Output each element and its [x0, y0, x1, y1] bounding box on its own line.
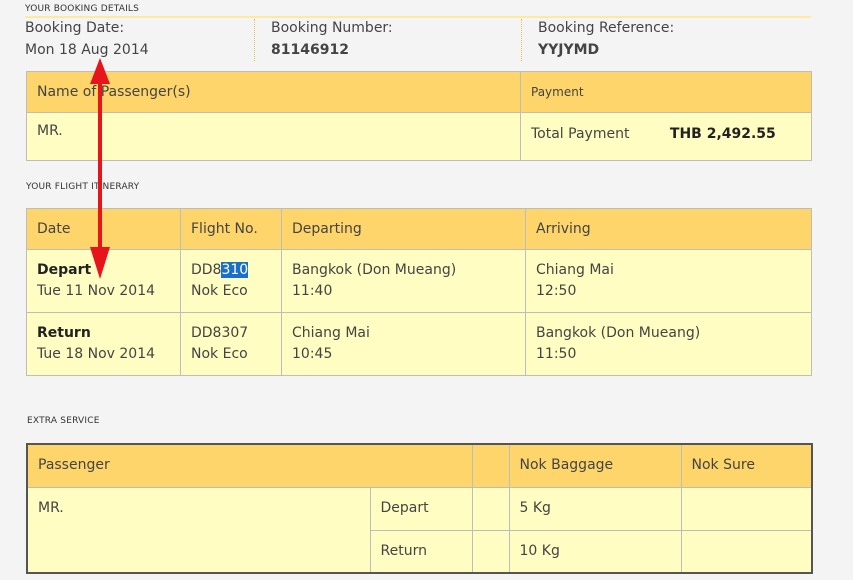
itinerary-date-header: Date: [26, 208, 181, 250]
total-payment-cell: Total Payment THB 2,492.55: [520, 112, 812, 161]
extra-service-title: EXTRA SERVICE: [27, 416, 100, 426]
table-row: Depart Tue 11 Nov 2014 DD8310 Nok Eco Bang…: [26, 249, 812, 313]
return-date-cell: Return Tue 18 Nov 2014: [26, 312, 181, 376]
itinerary-flight-header: Flight No.: [180, 208, 282, 250]
extra-baggage-header: Nok Baggage: [508, 443, 682, 488]
booking-reference-label: Booking Reference:: [538, 20, 675, 36]
booking-reference-value: YYJYMD: [538, 42, 600, 58]
extra-sure-cell: [680, 529, 813, 574]
table-row: MR. Depart 5 Kg: [26, 486, 813, 574]
passenger-name-cell: MR.: [26, 112, 521, 161]
summary-divider: [254, 19, 255, 61]
leg-date: Tue 18 Nov 2014: [37, 346, 156, 362]
extra-sure-header: Nok Sure: [680, 443, 813, 488]
extra-leg-cell: Return: [369, 529, 473, 574]
extra-passenger-name-cell: MR.: [26, 486, 371, 574]
summary-divider: [521, 19, 522, 61]
flight-number[interactable]: DD8310: [191, 262, 249, 278]
return-flight-cell[interactable]: DD8307 Nok Eco: [180, 312, 282, 376]
itinerary-arriving-header: Arriving: [525, 208, 812, 250]
total-payment-value: THB 2,492.55: [669, 126, 776, 142]
leg-type: Return: [37, 325, 91, 341]
extra-passenger-header: Passenger: [26, 443, 473, 488]
text-selection[interactable]: 310: [221, 262, 249, 278]
depart-date-cell: Depart Tue 11 Nov 2014: [26, 249, 181, 313]
carrier-name: Nok Eco: [191, 283, 248, 299]
total-payment-label: Total Payment: [531, 126, 630, 142]
payment-header: Payment: [520, 71, 812, 113]
return-destination-cell: Bangkok (Don Mueang) 11:50: [525, 312, 812, 376]
depart-origin-cell: Bangkok (Don Mueang) 11:40: [281, 249, 526, 313]
itinerary-table: Date Flight No. Departing Arriving Depar…: [26, 208, 812, 376]
extra-blank-cell: [471, 486, 510, 531]
extra-baggage-cell: 5 Kg: [508, 486, 682, 531]
table-row: Return Tue 18 Nov 2014 DD8307 Nok Eco Chia…: [26, 312, 812, 376]
depart-destination-cell: Chiang Mai 12:50: [525, 249, 812, 313]
extra-blank-cell: [471, 529, 510, 574]
booking-details-rule: [25, 16, 811, 18]
leg-type: Depart: [37, 262, 92, 278]
extra-baggage-cell: 10 Kg: [508, 529, 682, 574]
booking-date-value: Mon 18 Aug 2014: [25, 42, 149, 58]
booking-number-label: Booking Number:: [271, 20, 393, 36]
itinerary-departing-header: Departing: [281, 208, 526, 250]
booking-details-title: YOUR BOOKING DETAILS: [25, 4, 140, 14]
passenger-payment-table: Name of Passenger(s) Payment MR. Total P…: [26, 71, 812, 161]
carrier-name: Nok Eco: [191, 346, 248, 362]
itinerary-title: YOUR FLIGHT ITINERARY: [26, 182, 140, 192]
extra-leg-cell: Depart: [369, 486, 473, 531]
flight-number[interactable]: DD8307: [191, 325, 248, 341]
booking-date-label: Booking Date:: [25, 20, 125, 36]
extra-service-table: Passenger Nok Baggage Nok Sure MR. Depar…: [26, 443, 814, 574]
extra-blank-header: [471, 443, 510, 488]
return-origin-cell: Chiang Mai 10:45: [281, 312, 526, 376]
booking-number-value: 81146912: [271, 42, 349, 58]
depart-flight-cell[interactable]: DD8310 Nok Eco: [180, 249, 282, 313]
leg-date: Tue 11 Nov 2014: [37, 283, 156, 299]
extra-sure-cell: [680, 486, 813, 531]
passenger-name-header: Name of Passenger(s): [26, 71, 521, 113]
